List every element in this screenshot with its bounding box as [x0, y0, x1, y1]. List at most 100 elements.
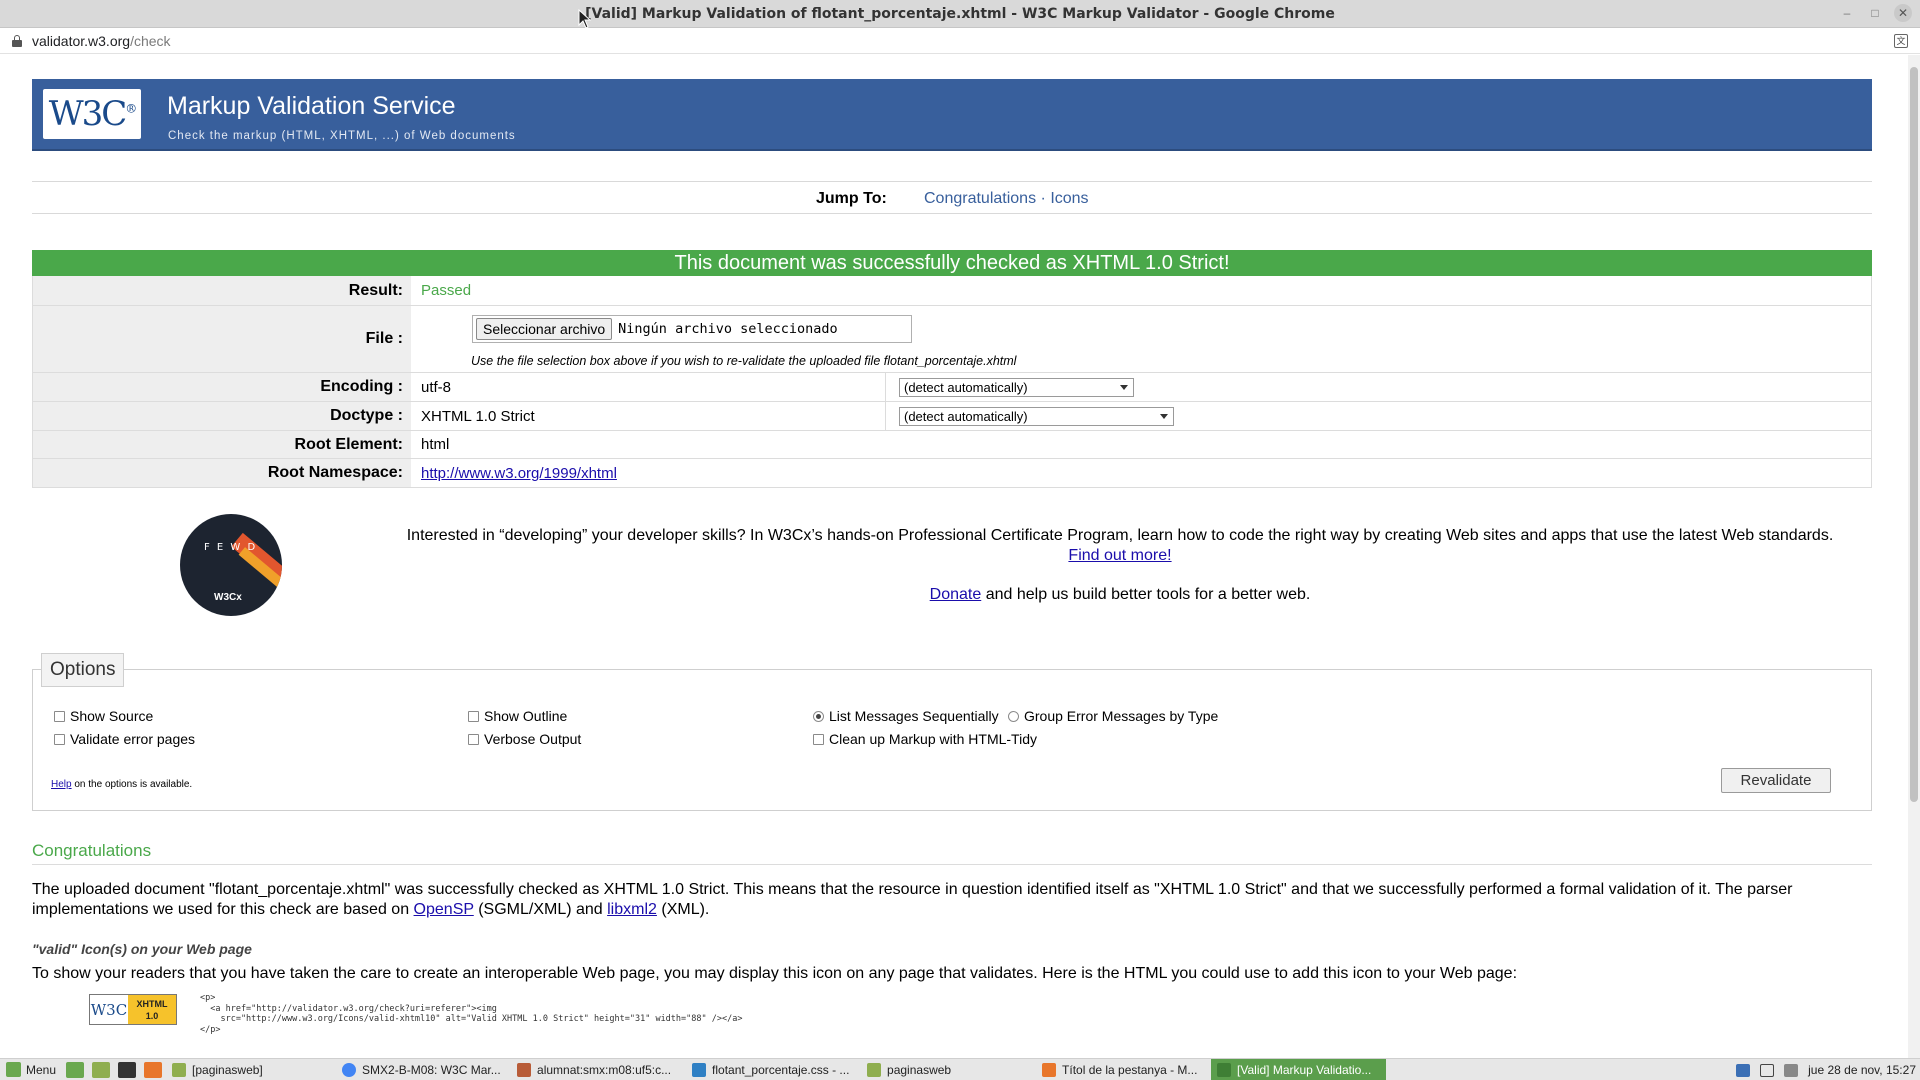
folder-icon — [867, 1062, 882, 1077]
folder-icon — [172, 1062, 187, 1077]
restore-icon[interactable]: □ — [1866, 4, 1884, 22]
options-help-link[interactable]: Help — [51, 779, 72, 790]
show-outline-checkbox[interactable] — [468, 710, 479, 722]
doctype-value: XHTML 1.0 Strict — [421, 407, 535, 425]
doctype-select-value: (detect automatically) — [904, 409, 1028, 424]
opensp-link[interactable]: OpenSP — [414, 901, 474, 918]
doctype-select[interactable]: (detect automatically) — [899, 407, 1174, 426]
taskbar-item[interactable]: alumnat:smx:m08:uf5:c... — [511, 1059, 686, 1080]
file-row: File : Seleccionar archivo Ningún archiv… — [32, 306, 1872, 373]
file-note: Use the file selection box above if you … — [471, 354, 1017, 368]
translate-icon[interactable]: 文 — [1894, 34, 1908, 48]
w3c-logo[interactable]: W3C® — [43, 89, 141, 139]
valid-xhtml-badge[interactable]: W3C XHTML 1.0 — [89, 994, 177, 1025]
result-label: Result: — [33, 276, 411, 305]
libxml2-link[interactable]: libxml2 — [607, 901, 657, 918]
choose-file-button[interactable]: Seleccionar archivo — [476, 318, 613, 340]
volume-icon[interactable] — [1784, 1063, 1799, 1077]
vertical-scrollbar[interactable] — [1908, 55, 1920, 1058]
file-input[interactable]: Seleccionar archivo Ningún archivo selec… — [472, 315, 912, 343]
banner-title: Markup Validation Service — [167, 92, 456, 120]
list-sequential-option[interactable]: List Messages Sequentially — [813, 708, 999, 724]
list-sequential-radio[interactable] — [813, 710, 824, 722]
close-icon[interactable]: ✕ — [1894, 4, 1912, 22]
taskbar-item[interactable]: Títol de la pestanya - M... — [1036, 1059, 1211, 1080]
encoding-label: Encoding : — [33, 373, 411, 401]
jump-to-links: Congratulations · Icons — [924, 190, 1089, 208]
root-namespace-label: Root Namespace: — [33, 459, 411, 487]
chrome-icon — [1217, 1062, 1232, 1077]
taskbar-item-label: [paginasweb] — [192, 1062, 263, 1077]
show-outline-label: Show Outline — [484, 708, 568, 724]
vscode-icon — [692, 1062, 707, 1077]
validate-error-pages-option[interactable]: Validate error pages — [54, 731, 195, 747]
badge-letters: F E W D — [204, 542, 258, 553]
encoding-row: Encoding : utf-8 (detect automatically) — [32, 373, 1872, 402]
verbose-output-option[interactable]: Verbose Output — [468, 731, 581, 747]
find-out-more-link[interactable]: Find out more! — [1068, 547, 1171, 564]
verbose-output-checkbox[interactable] — [468, 733, 479, 745]
badge-w3c: W3C — [90, 1000, 128, 1019]
cleanup-tidy-checkbox[interactable] — [813, 733, 824, 745]
cleanup-tidy-option[interactable]: Clean up Markup with HTML-Tidy — [813, 731, 1037, 747]
editor-icon — [517, 1062, 532, 1077]
terminal-icon[interactable] — [118, 1061, 137, 1078]
donate-link[interactable]: Donate — [930, 586, 982, 603]
root-element-label: Root Element: — [33, 431, 411, 458]
encoding-select[interactable]: (detect automatically) — [899, 378, 1134, 397]
badge-brand: W3Cx — [214, 592, 242, 603]
congratulations-heading: Congratulations — [32, 841, 1872, 865]
success-banner: This document was successfully checked a… — [32, 250, 1872, 276]
taskbar-item-active[interactable]: [Valid] Markup Validatio... — [1211, 1058, 1387, 1080]
jump-icons-link[interactable]: Icons — [1050, 190, 1088, 207]
window-controls: – □ ✕ — [1838, 4, 1912, 22]
file-input-status: Ningún archivo seleccionado — [618, 321, 838, 337]
doctype-row: Doctype : XHTML 1.0 Strict (detect autom… — [32, 402, 1872, 431]
taskbar: Menu [paginasweb] SMX2-B-M08: W3C Mar...… — [0, 1058, 1920, 1080]
show-outline-option[interactable]: Show Outline — [468, 708, 567, 724]
display-icon[interactable] — [1760, 1063, 1775, 1077]
valid-icons-heading: "valid" Icon(s) on your Web page — [32, 941, 252, 957]
start-menu-button[interactable]: Menu — [0, 1059, 62, 1080]
group-by-type-option[interactable]: Group Error Messages by Type — [1008, 708, 1218, 724]
revalidate-button[interactable]: Revalidate — [1721, 768, 1831, 793]
dropdown-arrow-icon — [1160, 414, 1168, 419]
options-panel: Options Show Source Show Outline List Me… — [32, 653, 1872, 811]
show-source-option[interactable]: Show Source — [54, 708, 153, 724]
show-source-checkbox[interactable] — [54, 710, 65, 722]
jump-to-bar: Jump To: Congratulations · Icons — [32, 181, 1872, 214]
cleanup-tidy-label: Clean up Markup with HTML-Tidy — [829, 731, 1037, 747]
taskbar-item[interactable]: [paginasweb] — [166, 1059, 336, 1080]
column-divider — [885, 402, 886, 430]
scrollbar-thumb[interactable] — [1910, 67, 1918, 802]
badge-html-code: <p> <a href="http://validator.w3.org/che… — [200, 993, 743, 1035]
minimize-icon[interactable]: – — [1838, 4, 1856, 22]
encoding-select-value: (detect automatically) — [904, 380, 1028, 395]
group-by-type-radio[interactable] — [1008, 710, 1019, 722]
taskbar-item-label: flotant_porcentaje.css - ... — [712, 1062, 850, 1077]
validate-error-pages-checkbox[interactable] — [54, 733, 65, 745]
promo-text: Interested in “developing” your develope… — [400, 526, 1840, 566]
lock-icon — [12, 34, 22, 47]
donate-text: Donate and help us build better tools fo… — [400, 586, 1840, 604]
root-namespace-link[interactable]: http://www.w3.org/1999/xhtml — [421, 465, 617, 482]
shield-icon[interactable] — [1736, 1063, 1751, 1077]
taskbar-item[interactable]: paginasweb — [861, 1059, 1036, 1080]
verbose-output-label: Verbose Output — [484, 731, 582, 747]
root-namespace-value: http://www.w3.org/1999/xhtml — [411, 459, 617, 487]
address-bar[interactable]: validator.w3.org/check 文 — [0, 28, 1920, 54]
clock[interactable]: jue 28 de nov, 15:27 — [1808, 1063, 1916, 1077]
file-manager-icon[interactable] — [92, 1061, 111, 1078]
options-help: Help on the options is available. — [51, 779, 192, 790]
congrats-text-part2: (SGML/XML) and — [473, 901, 608, 918]
taskbar-item[interactable]: SMX2-B-M08: W3C Mar... — [336, 1059, 511, 1080]
w3cx-fewd-badge[interactable]: F E W D W3Cx — [180, 514, 282, 616]
taskbar-item[interactable]: flotant_porcentaje.css - ... — [686, 1059, 861, 1080]
donate-suffix: and help us build better tools for a bet… — [981, 586, 1311, 603]
show-desktop-icon[interactable] — [66, 1061, 85, 1078]
page-viewport: W3C® Markup Validation Service Check the… — [0, 55, 1908, 1058]
jump-congratulations-link[interactable]: Congratulations — [924, 190, 1036, 207]
root-namespace-row: Root Namespace: http://www.w3.org/1999/x… — [32, 459, 1872, 488]
doctype-label: Doctype : — [33, 402, 411, 430]
firefox-icon[interactable] — [144, 1061, 163, 1078]
